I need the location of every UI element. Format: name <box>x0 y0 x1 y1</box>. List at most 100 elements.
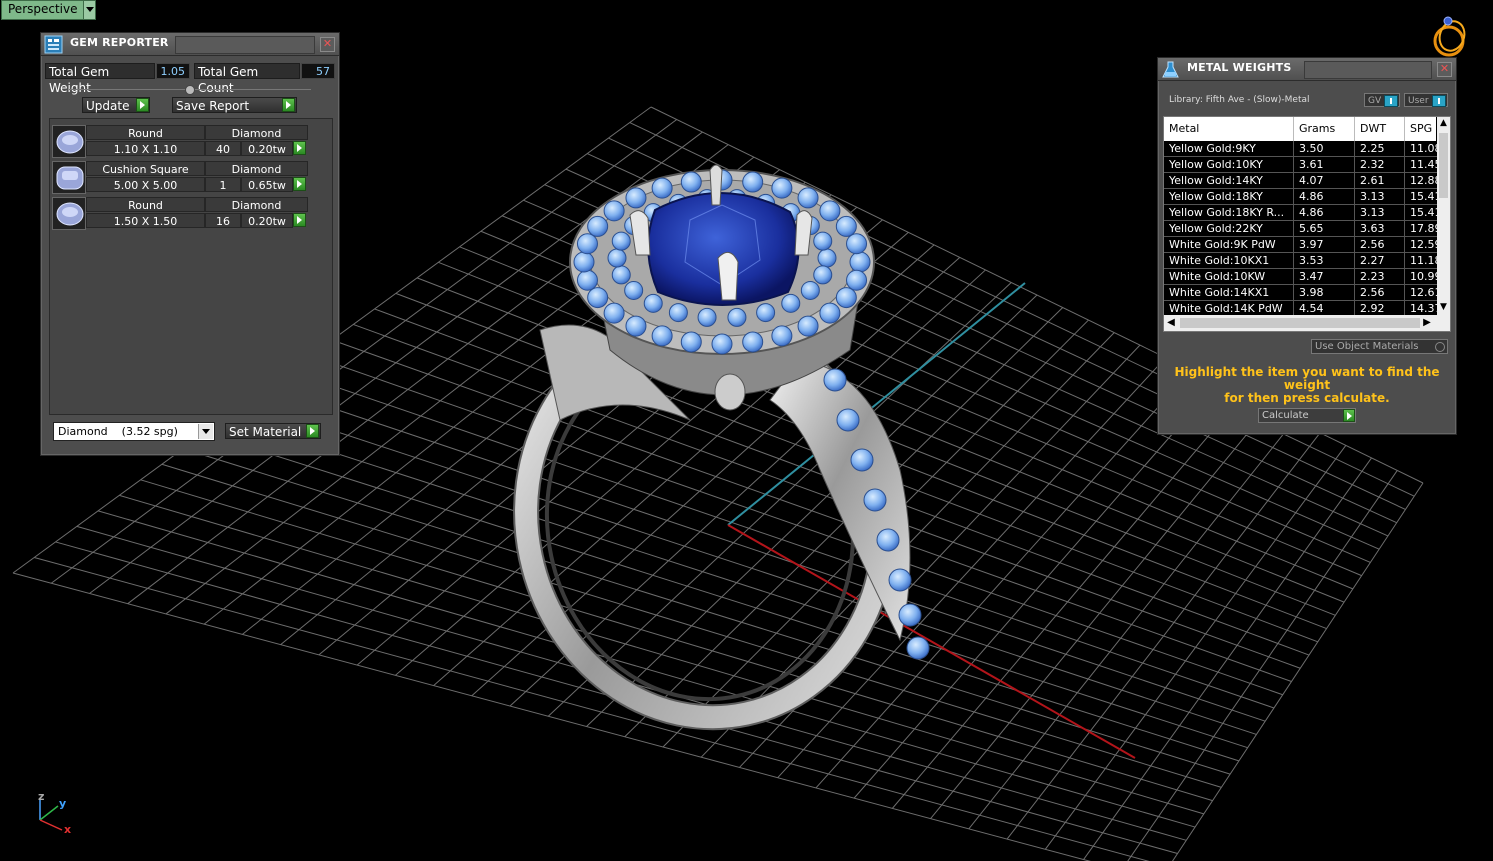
metal-table-row[interactable]: White Gold:9K PdW 3.97 2.56 12.59 <box>1164 237 1445 253</box>
gem-row-go-icon[interactable] <box>293 213 306 227</box>
column-header-dwt[interactable]: DWT <box>1355 117 1405 141</box>
column-header-metal[interactable]: Metal <box>1164 117 1294 141</box>
grams-cell: 4.86 <box>1294 205 1355 221</box>
dwt-cell: 2.61 <box>1355 173 1405 189</box>
metal-table-row[interactable]: Yellow Gold:18KY 4.86 3.13 15.41 <box>1164 189 1445 205</box>
metal-weights-panel: METAL WEIGHTS ✕ Library: Fifth Ave - (Sl… <box>1157 57 1457 435</box>
chevron-down-icon[interactable] <box>82 1 95 19</box>
grams-cell: 5.65 <box>1294 221 1355 237</box>
viewport-mode-selector[interactable]: Perspective <box>1 0 96 20</box>
use-object-materials-toggle[interactable]: Use Object Materials <box>1311 339 1448 354</box>
metal-table-row[interactable]: Yellow Gold:10KY 3.61 2.32 11.45 <box>1164 157 1445 173</box>
diamond-stone <box>643 293 663 313</box>
horizontal-scrollbar[interactable]: ◀ ▶ <box>1164 315 1450 331</box>
ring-logo-icon[interactable] <box>1426 12 1472 58</box>
diamond-stone <box>576 269 598 291</box>
round-gem-icon <box>52 197 86 230</box>
gem-count: 40 <box>205 141 241 156</box>
dwt-cell: 2.27 <box>1355 253 1405 269</box>
gv-toggle[interactable]: GV <box>1364 93 1400 107</box>
gem-list[interactable]: Round Diamond 1.10 X 1.10 40 0.20tw Cush… <box>49 118 333 415</box>
metal-table-header: Metal Grams DWT SPG <box>1164 117 1445 141</box>
metal-table[interactable]: Metal Grams DWT SPG Yellow Gold:9KY 3.50 2… <box>1163 116 1451 332</box>
save-report-button[interactable]: Save Report <box>172 97 297 113</box>
metal-name-cell: Yellow Gold:10KY <box>1164 157 1294 173</box>
metal-table-row[interactable]: White Gold:10KX1 3.53 2.27 11.18 <box>1164 253 1445 269</box>
close-icon[interactable]: ✕ <box>320 37 335 52</box>
dwt-cell: 3.13 <box>1355 189 1405 205</box>
chevron-down-icon[interactable] <box>198 424 213 439</box>
metal-table-row[interactable]: Yellow Gold:22KY 5.65 3.63 17.89 <box>1164 221 1445 237</box>
diamond-stone <box>863 488 887 512</box>
scrollbar-thumb[interactable] <box>1180 318 1420 328</box>
use-object-materials-label: Use Object Materials <box>1315 341 1419 352</box>
scroll-left-icon[interactable]: ◀ <box>1164 315 1178 331</box>
scrollbar-thumb[interactable] <box>1439 133 1448 198</box>
gem-report-icon <box>44 35 63 54</box>
gv-toggle-label: GV <box>1368 96 1382 106</box>
diamond-stone <box>624 280 644 300</box>
cushion-gem-icon <box>52 161 86 194</box>
material-select[interactable]: Diamond (3.52 spg) <box>53 422 215 441</box>
gem-row[interactable]: Round Diamond 1.10 X 1.10 40 0.20tw <box>52 125 308 159</box>
gem-row-go-icon[interactable] <box>293 141 306 155</box>
calculate-button[interactable]: Calculate <box>1258 408 1356 423</box>
gem-weight: 0.65tw <box>241 177 293 192</box>
scroll-right-icon[interactable]: ▶ <box>1420 315 1434 331</box>
metal-name-cell: Yellow Gold:18KY <box>1164 189 1294 205</box>
diamond-stone <box>742 171 764 193</box>
calculate-go-icon[interactable] <box>1343 409 1355 422</box>
titlebar-grip[interactable] <box>175 36 315 54</box>
user-toggle[interactable]: User <box>1404 93 1448 107</box>
save-report-go-icon[interactable] <box>282 98 295 112</box>
calculate-hint: Highlight the item you want to find the … <box>1168 366 1446 405</box>
gem-row[interactable]: Round Diamond 1.50 X 1.50 16 0.20tw <box>52 197 308 231</box>
diamond-stone <box>603 302 625 324</box>
gem-material: Diamond <box>205 161 308 176</box>
metal-table-row[interactable]: White Gold:14KX1 3.98 2.56 12.61 <box>1164 285 1445 301</box>
scroll-down-icon[interactable]: ▼ <box>1437 301 1450 314</box>
grid-line <box>140 479 1213 802</box>
titlebar-grip[interactable] <box>1304 61 1432 79</box>
gem-reporter-titlebar[interactable]: GEM REPORTER ✕ <box>41 33 339 56</box>
update-go-icon[interactable] <box>136 98 149 112</box>
diamond-stone <box>573 251 595 273</box>
diamond-stone <box>850 448 874 472</box>
metal-table-row[interactable]: White Gold:10KW 3.47 2.23 10.99 <box>1164 269 1445 285</box>
metal-table-row[interactable]: Yellow Gold:9KY 3.50 2.25 11.08 <box>1164 141 1445 157</box>
grid-line <box>119 494 1204 815</box>
round-gem-icon <box>52 125 86 158</box>
grams-cell: 3.50 <box>1294 141 1355 157</box>
metal-table-row[interactable]: Yellow Gold:14KY 4.07 2.61 12.88 <box>1164 173 1445 189</box>
splitter-handle[interactable] <box>69 85 311 95</box>
metal-weights-titlebar[interactable]: METAL WEIGHTS ✕ <box>1158 58 1456 81</box>
column-header-grams[interactable]: Grams <box>1294 117 1355 141</box>
metal-name-cell: White Gold:10KX1 <box>1164 253 1294 269</box>
diamond-stone <box>849 251 871 273</box>
grams-cell: 3.47 <box>1294 269 1355 285</box>
set-material-go-icon[interactable] <box>306 424 319 438</box>
grid-line <box>161 463 1222 788</box>
diamond-stone <box>680 171 702 193</box>
metal-name-cell: Yellow Gold:14KY <box>1164 173 1294 189</box>
diamond-stone <box>835 215 857 237</box>
diamond-stone <box>603 200 625 222</box>
diamond-stone <box>651 177 673 199</box>
diamond-stone <box>800 280 820 300</box>
vertical-scrollbar[interactable]: ▲ ▼ <box>1437 117 1450 315</box>
close-icon[interactable]: ✕ <box>1437 62 1452 77</box>
scroll-up-icon[interactable]: ▲ <box>1437 117 1450 130</box>
diamond-stone <box>888 568 912 592</box>
grid-line <box>268 386 1266 722</box>
gem-weight: 0.20tw <box>241 213 293 228</box>
red-axis-line <box>727 524 1136 759</box>
diamond-stone <box>576 233 598 255</box>
metal-table-row[interactable]: Yellow Gold:18KY R... 4.86 3.13 15.41 <box>1164 205 1445 221</box>
diamond-stone <box>756 303 776 323</box>
grid-line <box>968 420 1295 830</box>
gem-row[interactable]: Cushion Square Diamond 5.00 X 5.00 1 0.6… <box>52 161 308 195</box>
toggle-switch-icon <box>1384 95 1398 107</box>
gem-row-go-icon[interactable] <box>293 177 306 191</box>
save-report-label: Save Report <box>176 99 250 113</box>
diamond-stone <box>611 265 631 285</box>
